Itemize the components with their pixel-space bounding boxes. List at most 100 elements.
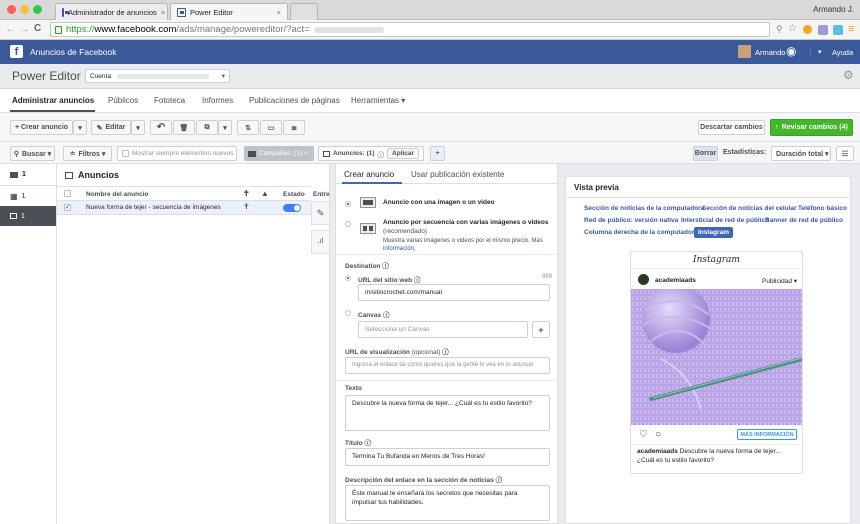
tab-tools[interactable]: Herramientas ▾ — [351, 96, 405, 105]
tab-use-existing-post[interactable]: Usar publicación existente — [411, 170, 504, 179]
dropdown-arrow-icon[interactable]: ▾ — [818, 48, 822, 56]
ad-text-input[interactable]: Descubre la nueva forma de tejer... ¿Cuá… — [345, 395, 550, 431]
carousel-radio[interactable] — [345, 221, 351, 227]
campaigns-level[interactable]: 1 — [0, 164, 56, 186]
discard-changes-button[interactable]: Descartar cambios — [698, 120, 765, 135]
tab-create-ad[interactable]: Crear anuncio — [344, 170, 394, 179]
tab-reports[interactable]: Informes — [202, 96, 233, 105]
tab-manage-ads[interactable]: Administrar anuncios — [12, 96, 94, 105]
tab-audiences[interactable]: Públicos — [108, 96, 138, 105]
create-ad-button[interactable]: + Crear anuncio — [10, 120, 73, 135]
comment-icon[interactable]: ○ — [655, 429, 661, 440]
browser-profile-name[interactable]: Armando J. — [813, 5, 854, 14]
ad-name-cell[interactable]: Nueva forma de tejer - secuencia de imág… — [86, 204, 221, 211]
column-header-name[interactable]: Nombre del anuncio — [86, 191, 148, 198]
column-header-delivery[interactable]: Entreg — [313, 191, 330, 198]
adsets-level[interactable]: ▦ 1 — [0, 186, 56, 206]
url-field[interactable]: https://www.facebook.com/ads/manage/powe… — [50, 22, 770, 37]
edit-pencil-button[interactable]: ✎ — [311, 201, 330, 225]
canvas-radio[interactable] — [345, 310, 351, 316]
placement-instagram[interactable]: Instagram — [694, 227, 734, 238]
avatar[interactable] — [738, 45, 751, 58]
duplicate-button[interactable]: ⧉ — [196, 120, 218, 135]
edit-button[interactable]: ✎ Editar — [91, 120, 131, 135]
create-dropdown-button[interactable]: ▾ — [73, 120, 87, 135]
website-url-input[interactable]: misitiocrochet.com/manual — [358, 284, 550, 301]
campaigns-filter-chip[interactable]: Campañas: (1) × — [244, 146, 314, 161]
fb-bar-title[interactable]: Anuncios de Facebook — [30, 47, 116, 57]
status-toggle[interactable] — [283, 204, 301, 212]
ads-level[interactable]: 1 — [0, 206, 56, 226]
chart-button[interactable]: .ıl — [311, 230, 330, 254]
heart-icon[interactable]: ♡ — [639, 429, 648, 440]
edit-dropdown-button[interactable]: ▾ — [131, 120, 145, 135]
single-image-radio[interactable] — [345, 201, 351, 207]
columns-button[interactable]: ☷ — [836, 146, 854, 161]
table-row[interactable]: ✓ Nueva forma de tejer - secuencia de im… — [57, 201, 311, 215]
facebook-logo-icon[interactable]: f — [10, 45, 23, 58]
clear-button[interactable]: Borrar — [693, 146, 718, 161]
column-header-status[interactable]: Estado — [283, 191, 305, 198]
pin-icon[interactable]: ✝ — [243, 189, 250, 198]
delete-button[interactable]: 🗑︎ — [173, 120, 195, 135]
maximize-window-icon[interactable] — [33, 5, 42, 14]
bookmark-star-icon[interactable]: ☆ — [788, 23, 797, 34]
learn-more-cta-button[interactable]: MÁS INFORMACIÓN — [737, 429, 797, 440]
placement-desktop-news-feed[interactable]: Sección de noticias de la computadora — [584, 205, 704, 212]
compare-button[interactable]: ⇅ — [237, 120, 259, 135]
sponsored-label[interactable]: Publicidad ▾ — [762, 277, 797, 285]
close-tab-icon[interactable]: × — [161, 8, 165, 17]
display-url-input[interactable]: Ingresa el enlace tal como quieres que l… — [345, 357, 550, 374]
single-image-option[interactable]: Anuncio con una imagen o un video — [383, 199, 495, 206]
placement-audience-network-interstitial[interactable]: Intersticial de red de público — [681, 217, 769, 224]
headline-input[interactable]: Termina Tu Bufanda en Menos de Tres Hora… — [345, 448, 550, 466]
browser-tab-power-editor[interactable]: Power Editor × — [170, 3, 288, 20]
tab-image-library[interactable]: Fototeca — [154, 96, 185, 105]
forward-arrow-icon[interactable]: → — [19, 23, 30, 35]
row-checkbox[interactable]: ✓ — [64, 204, 71, 211]
always-show-new-toggle[interactable]: Mostrar siempre elementos nuevos — [117, 146, 237, 161]
fb-user-name[interactable]: Armando — [755, 48, 785, 57]
reload-icon[interactable]: C — [34, 23, 41, 34]
statistics-dropdown[interactable]: Duración total ▾ — [771, 146, 831, 161]
globe-notifications-icon[interactable]: ◉ — [786, 44, 796, 58]
add-filter-button[interactable]: + — [430, 146, 445, 161]
checkbox[interactable] — [122, 150, 129, 157]
new-tab-button[interactable] — [290, 3, 318, 20]
filters-button[interactable]: ≐ Filtros ▾ — [63, 146, 112, 161]
extension-v-icon[interactable] — [833, 25, 843, 35]
comment-button[interactable]: ▭ — [260, 120, 282, 135]
search-button[interactable]: ⚲ Buscar ▾ — [10, 146, 55, 161]
menu-hamburger-icon[interactable]: ≡ — [848, 23, 854, 35]
carousel-option[interactable]: Anuncio por secuencia con varias imágene… — [383, 219, 553, 253]
placement-feature-phone[interactable]: Teléfono básico — [798, 205, 847, 212]
select-all-checkbox[interactable] — [64, 190, 71, 197]
extension-code-icon[interactable] — [818, 25, 828, 35]
minimize-window-icon[interactable] — [20, 5, 29, 14]
browser-tab-ads-manager[interactable]: Administrador de anuncios × — [55, 3, 168, 20]
placement-audience-network-banner[interactable]: Banner de red de público — [765, 217, 843, 224]
tab-page-posts[interactable]: Publicaciones de páginas — [249, 96, 340, 105]
placement-mobile-news-feed[interactable]: Sección de noticias del celular — [702, 205, 797, 212]
help-link[interactable]: Ayuda — [832, 48, 853, 57]
link-description-input[interactable]: Éste manual te enseñará los secretos que… — [345, 485, 550, 521]
close-tab-icon[interactable]: × — [277, 8, 281, 17]
website-url-radio[interactable] — [345, 275, 351, 281]
close-window-icon[interactable] — [7, 5, 16, 14]
ads-filter-chip[interactable]: Anuncios: (1) ⓘ Aplicar — [318, 146, 424, 161]
placement-desktop-right-column[interactable]: Columna derecha de la computadora — [584, 229, 698, 236]
back-arrow-icon[interactable]: ← — [5, 23, 16, 35]
add-canvas-button[interactable]: + — [532, 321, 550, 338]
placement-audience-network-native[interactable]: Red de público: versión nativa — [584, 217, 678, 224]
review-changes-button[interactable]: ↑ Revisar cambios (4) — [770, 119, 853, 136]
duplicate-dropdown-button[interactable]: ▾ — [218, 120, 232, 135]
pin-icon[interactable]: ✝ — [243, 202, 250, 211]
canvas-select[interactable]: Selecciona un Canvas — [358, 321, 528, 338]
account-selector[interactable]: Cuenta: ▾ — [85, 69, 230, 83]
gear-icon[interactable]: ⚙ — [843, 68, 854, 82]
zoom-icon[interactable]: ⚲ — [776, 24, 783, 35]
undo-button[interactable]: ↶ — [150, 120, 172, 135]
apply-button[interactable]: Aplicar — [387, 148, 420, 159]
notes-button[interactable]: ≣ — [283, 120, 305, 135]
extension-cookie-icon[interactable] — [803, 25, 812, 34]
